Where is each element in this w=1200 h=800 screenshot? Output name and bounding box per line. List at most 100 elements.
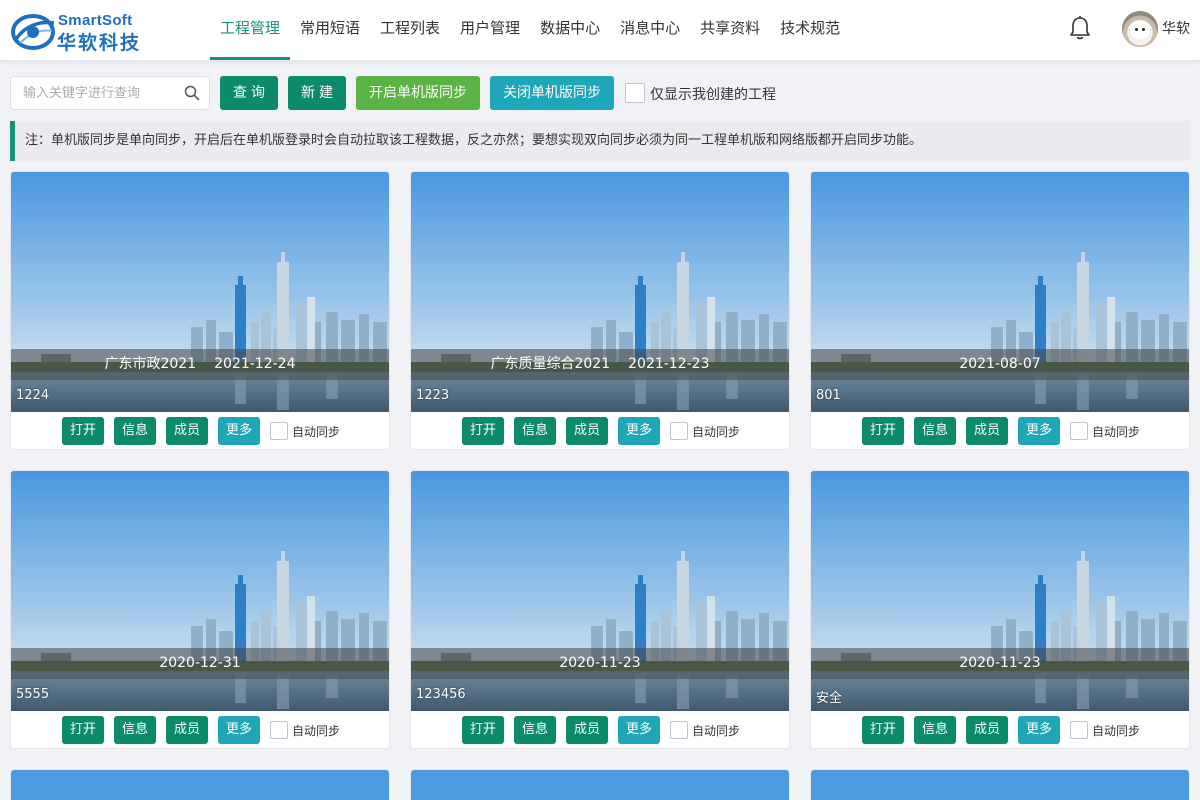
project-cover-image[interactable]: 2020-12-31 5555 [11, 471, 389, 711]
project-more-button[interactable]: 更多 [1018, 716, 1060, 744]
project-members-button[interactable]: 成员 [566, 716, 608, 744]
project-members-button[interactable]: 成员 [166, 417, 208, 445]
project-title-band: 2021-08-07 [811, 349, 1189, 380]
project-card-actions: 打开 信息 成员 更多 自动同步 [11, 417, 389, 445]
close-standalone-sync-button[interactable]: 关闭单机版同步 [490, 76, 614, 110]
nav-item-data-center[interactable]: 数据中心 [530, 0, 610, 60]
project-id: 1223 [416, 388, 450, 403]
avatar-eye-right [1142, 28, 1145, 31]
main-nav: 工程管理 常用短语 工程列表 用户管理 数据中心 消息中心 共享资料 技术规范 [210, 0, 850, 60]
project-cover-image[interactable] [411, 770, 789, 800]
open-project-button[interactable]: 打开 [862, 417, 904, 445]
project-cover-image[interactable] [811, 770, 1189, 800]
auto-sync-checkbox[interactable] [270, 422, 288, 440]
project-info-button[interactable]: 信息 [114, 716, 156, 744]
logo-text-en: SmartSoft [58, 12, 133, 29]
smartsoft-logo[interactable]: SmartSoft 华软科技 [10, 9, 146, 54]
bell-icon[interactable] [1068, 15, 1092, 41]
auto-sync-checkbox[interactable] [270, 721, 288, 739]
project-members-button[interactable]: 成员 [566, 417, 608, 445]
only-mine-label[interactable]: 仅显示我创建的工程 [650, 84, 776, 104]
project-cover-image[interactable] [11, 770, 389, 800]
search-box [10, 76, 210, 110]
project-members-button[interactable]: 成员 [966, 716, 1008, 744]
open-project-button[interactable]: 打开 [62, 417, 104, 445]
open-project-button[interactable]: 打开 [862, 716, 904, 744]
project-info-button[interactable]: 信息 [514, 417, 556, 445]
project-cover-image[interactable]: 2020-11-23 123456 [411, 471, 789, 711]
nav-item-message-center[interactable]: 消息中心 [610, 0, 690, 60]
auto-sync-label[interactable]: 自动同步 [1092, 722, 1140, 739]
project-info-button[interactable]: 信息 [114, 417, 156, 445]
auto-sync-label[interactable]: 自动同步 [692, 423, 740, 440]
nav-item-tech-specs[interactable]: 技术规范 [770, 0, 850, 60]
open-project-button[interactable]: 打开 [462, 716, 504, 744]
project-more-button[interactable]: 更多 [1018, 417, 1060, 445]
project-title-band: 广东市政2021 2021-12-24 [11, 349, 389, 380]
project-id: 801 [816, 388, 841, 403]
project-card-partial [10, 769, 390, 800]
project-title-band: 2020-11-23 [411, 648, 789, 679]
project-info-button[interactable]: 信息 [914, 417, 956, 445]
auto-sync-checkbox[interactable] [670, 422, 688, 440]
open-project-button[interactable]: 打开 [462, 417, 504, 445]
search-icon[interactable] [184, 85, 200, 101]
project-date: 2021-12-23 [628, 356, 710, 372]
project-card-partial [810, 769, 1190, 800]
project-cover-image[interactable]: 广东市政2021 2021-12-24 1224 [11, 172, 389, 412]
project-card-actions: 打开 信息 成员 更多 自动同步 [811, 716, 1189, 744]
project-name: 广东市政2021 [104, 356, 197, 372]
avatar-face [1130, 21, 1150, 39]
auto-sync-label[interactable]: 自动同步 [1092, 423, 1140, 440]
nav-item-project-management[interactable]: 工程管理 [210, 0, 291, 60]
project-more-button[interactable]: 更多 [618, 716, 660, 744]
avatar-eye-left [1135, 28, 1138, 31]
project-info-button[interactable]: 信息 [914, 716, 956, 744]
open-project-button[interactable]: 打开 [62, 716, 104, 744]
project-card-actions: 打开 信息 成员 更多 自动同步 [811, 417, 1189, 445]
project-card: 2020-11-23 安全 打开 信息 成员 更多 自动同步 [810, 470, 1190, 749]
project-name: 广东质量综合2021 [490, 356, 611, 372]
open-standalone-sync-button[interactable]: 开启单机版同步 [356, 76, 480, 110]
project-card: 2020-12-31 5555 打开 信息 成员 更多 自动同步 [10, 470, 390, 749]
logo-text-cn: 华软科技 [57, 32, 142, 54]
search-input[interactable] [11, 77, 179, 109]
project-card-actions: 打开 信息 成员 更多 自动同步 [411, 716, 789, 744]
project-id: 安全 [816, 691, 843, 706]
nav-item-user-management[interactable]: 用户管理 [450, 0, 530, 60]
project-info-button[interactable]: 信息 [514, 716, 556, 744]
nav-item-common-phrases[interactable]: 常用短语 [290, 0, 370, 60]
auto-sync-label[interactable]: 自动同步 [292, 722, 340, 739]
project-more-button[interactable]: 更多 [218, 417, 260, 445]
username[interactable]: 华软 [1162, 18, 1190, 38]
nav-item-project-list[interactable]: 工程列表 [370, 0, 450, 60]
project-more-button[interactable]: 更多 [218, 716, 260, 744]
auto-sync-label[interactable]: 自动同步 [292, 423, 340, 440]
project-cover-image[interactable]: 2021-08-07 801 [811, 172, 1189, 412]
project-id: 1224 [16, 388, 50, 403]
user-avatar[interactable] [1122, 11, 1158, 47]
project-members-button[interactable]: 成员 [166, 716, 208, 744]
auto-sync-checkbox[interactable] [1070, 422, 1088, 440]
project-members-button[interactable]: 成员 [966, 417, 1008, 445]
project-more-button[interactable]: 更多 [618, 417, 660, 445]
project-date: 2020-12-31 [159, 655, 241, 671]
auto-sync-checkbox[interactable] [1070, 721, 1088, 739]
new-button[interactable]: 新建 [288, 76, 346, 110]
only-mine-checkbox[interactable] [625, 83, 645, 103]
sync-notice: 注：单机版同步是单向同步，开启后在单机版登录时会自动拉取该工程数据，反之亦然；要… [10, 121, 1190, 161]
auto-sync-checkbox[interactable] [670, 721, 688, 739]
project-card-actions: 打开 信息 成员 更多 自动同步 [411, 417, 789, 445]
project-date: 2020-11-23 [559, 655, 641, 671]
project-cover-image[interactable]: 2020-11-23 安全 [811, 471, 1189, 711]
project-date: 2021-08-07 [959, 356, 1041, 372]
project-date: 2020-11-23 [959, 655, 1041, 671]
query-button[interactable]: 查询 [220, 76, 278, 110]
top-header: SmartSoft 华软科技 工程管理 常用短语 工程列表 用户管理 数据中心 … [0, 0, 1200, 61]
nav-item-shared-docs[interactable]: 共享资料 [690, 0, 770, 60]
auto-sync-label[interactable]: 自动同步 [692, 722, 740, 739]
project-cover-image[interactable]: 广东质量综合2021 2021-12-23 1223 [411, 172, 789, 412]
project-card-partial [410, 769, 790, 800]
project-card-actions: 打开 信息 成员 更多 自动同步 [11, 716, 389, 744]
project-title-band: 广东质量综合2021 2021-12-23 [411, 349, 789, 380]
